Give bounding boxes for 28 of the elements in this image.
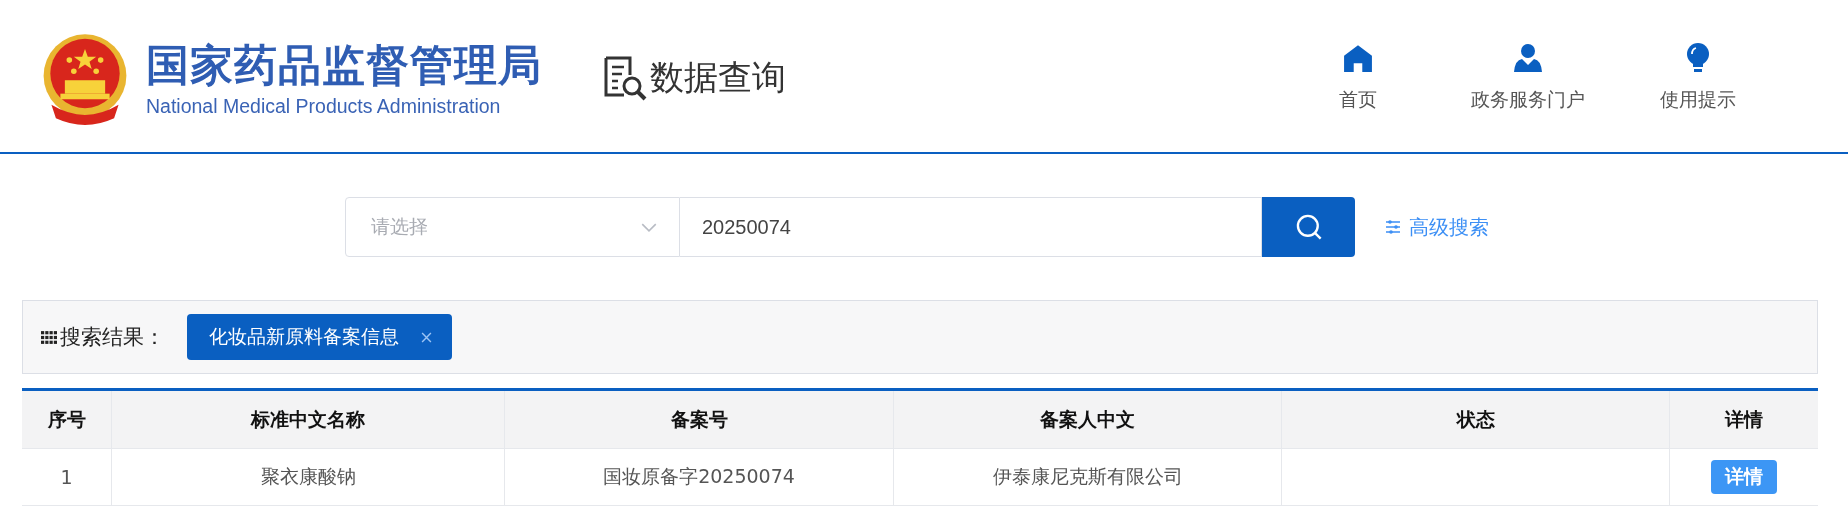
close-icon[interactable] — [421, 331, 432, 343]
site-subtitle: National Medical Products Administration — [146, 94, 502, 118]
column-header: 备案人中文 — [894, 391, 1282, 449]
search-field[interactable]: 20250074 — [680, 197, 1262, 257]
results-label: 搜索结果： — [60, 324, 165, 351]
search-button[interactable] — [1262, 197, 1355, 257]
table-cell: 1 — [22, 449, 112, 506]
chevron-down-icon — [641, 222, 657, 232]
sliders-icon — [1385, 220, 1401, 234]
column-header: 详情 — [1670, 391, 1818, 449]
column-header: 序号 — [22, 391, 112, 449]
site-title: 国家药品监督管理局 — [146, 38, 542, 91]
column-header: 状态 — [1282, 391, 1670, 449]
nav-link[interactable]: 首页 — [1298, 43, 1418, 113]
search-icon — [1294, 213, 1323, 241]
home-icon — [1343, 43, 1373, 73]
column-header: 标准中文名称 — [112, 391, 505, 449]
column-header: 备案号 — [505, 391, 894, 449]
table-cell: 伊泰康尼克斯有限公司 — [894, 449, 1282, 506]
document-search-icon — [602, 55, 648, 101]
table-cell: 聚衣康酸钠 — [112, 449, 505, 506]
nav-link[interactable]: 政务服务门户 — [1468, 43, 1588, 113]
section-title: 数据查询 — [650, 56, 786, 99]
person-icon — [1513, 43, 1543, 73]
filter-tag[interactable]: 化妆品新原料备案信息 — [187, 314, 452, 360]
nav-link[interactable]: 使用提示 — [1638, 43, 1758, 113]
grid-icon — [41, 330, 57, 344]
table-cell: 国妆原备字20250074 — [505, 449, 894, 506]
